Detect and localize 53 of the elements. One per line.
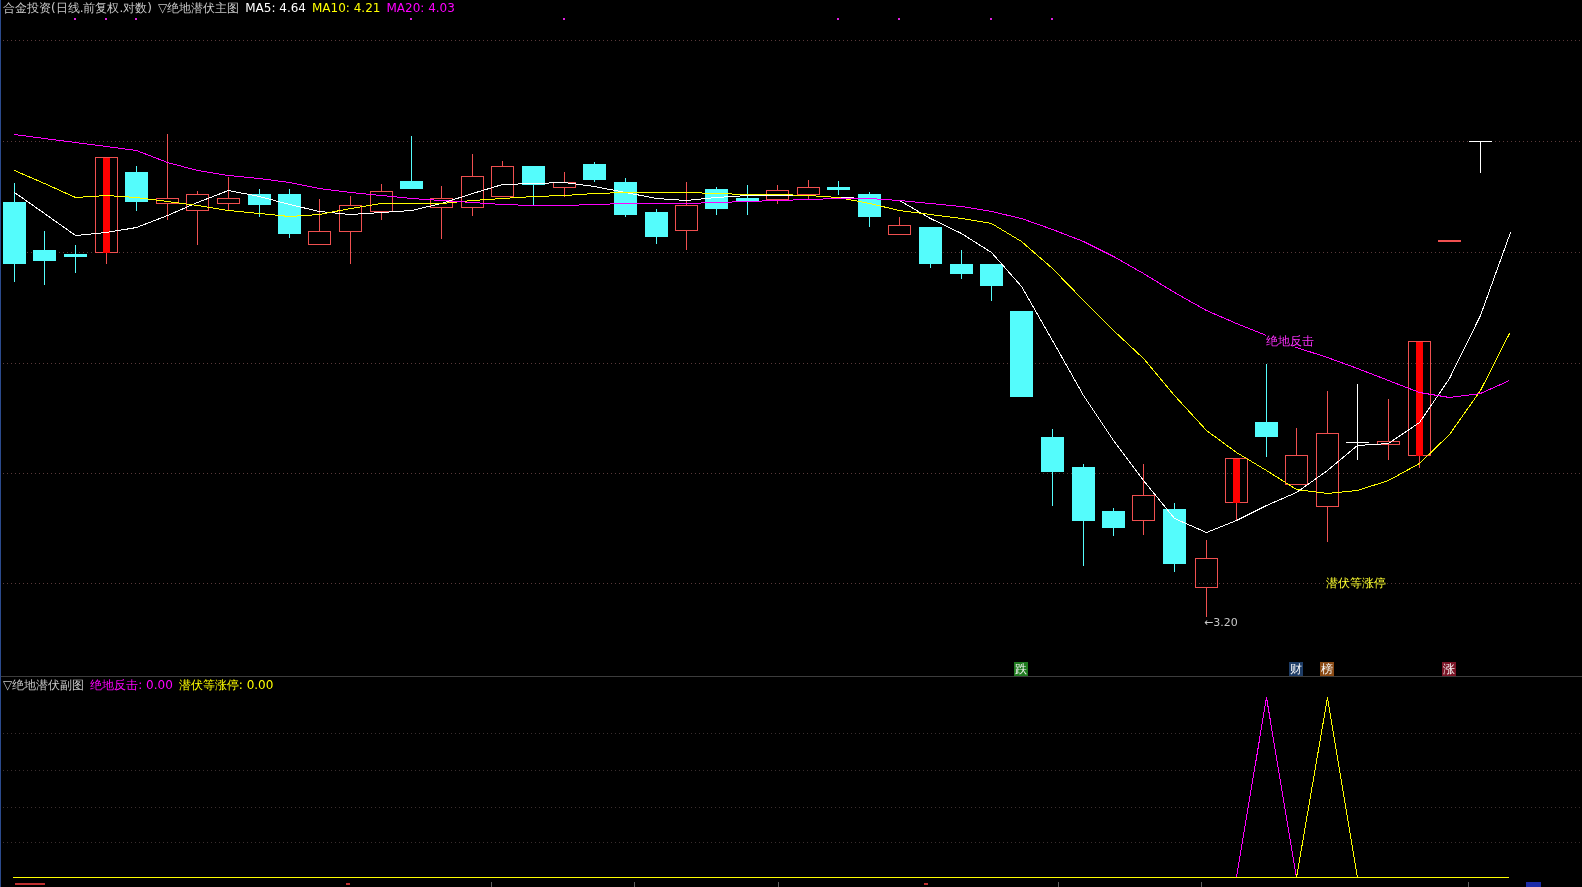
low-price-label: ←3.20 (1204, 617, 1238, 628)
signal-tag: 榜 (1320, 662, 1334, 676)
candlestick (1285, 427, 1308, 485)
signal-tag: 跌 (1014, 662, 1028, 676)
candlestick (827, 180, 850, 196)
indicator-value: 潜伏等涨停: 0.00 (178, 678, 274, 692)
candlestick (217, 176, 240, 212)
average-value: MA10: 4.21 (312, 1, 381, 15)
candlestick (645, 208, 668, 245)
candlestick (888, 216, 911, 235)
candlestick (461, 153, 484, 217)
average-value: MA20: 4.03 (386, 1, 455, 15)
candlestick (1377, 398, 1400, 461)
candlestick (400, 135, 423, 190)
candlestick (766, 184, 789, 205)
candlestick (370, 183, 393, 221)
candlestick (950, 249, 973, 280)
candlestick (491, 160, 514, 197)
signal-tag: 涨 (1442, 662, 1456, 676)
candlestick (1163, 502, 1186, 573)
candlestick (797, 179, 820, 200)
candlestick (736, 184, 759, 216)
candlestick (614, 177, 637, 218)
candlestick (919, 226, 942, 269)
candlestick (583, 161, 606, 183)
candlestick (1438, 240, 1461, 242)
candlestick (522, 165, 545, 206)
candlestick (186, 190, 209, 246)
signal-label: 绝地反击 (1266, 335, 1314, 347)
indicator-selector[interactable]: ▽绝地潜伏主图 (158, 1, 240, 15)
chart-title: 合金投资(日线.前复权.对数) (3, 1, 152, 15)
indicator-selector[interactable]: ▽绝地潜伏副图 (3, 678, 85, 692)
signal-tag: 财 (1289, 662, 1303, 676)
candlestick (980, 263, 1003, 302)
candlestick (308, 198, 331, 246)
candlestick (430, 185, 453, 240)
candlestick (1102, 507, 1125, 537)
candlestick (248, 188, 271, 218)
candlestick (675, 181, 698, 251)
candlestick (553, 171, 576, 198)
signal-label: 潜伏等涨停 (1326, 577, 1386, 589)
indicator-value: 绝地反击: 0.00 (90, 678, 173, 692)
average-value: MA5: 4.64 (245, 1, 306, 15)
position-marker (1526, 882, 1541, 887)
candlestick (278, 188, 301, 239)
candlestick (339, 195, 362, 265)
candlestick (705, 186, 728, 216)
candlestick (64, 244, 87, 274)
candlestick (858, 191, 881, 228)
candlestick (125, 165, 148, 212)
candlestick (1468, 140, 1493, 174)
candlestick (33, 230, 56, 286)
candlestick (1225, 458, 1248, 521)
